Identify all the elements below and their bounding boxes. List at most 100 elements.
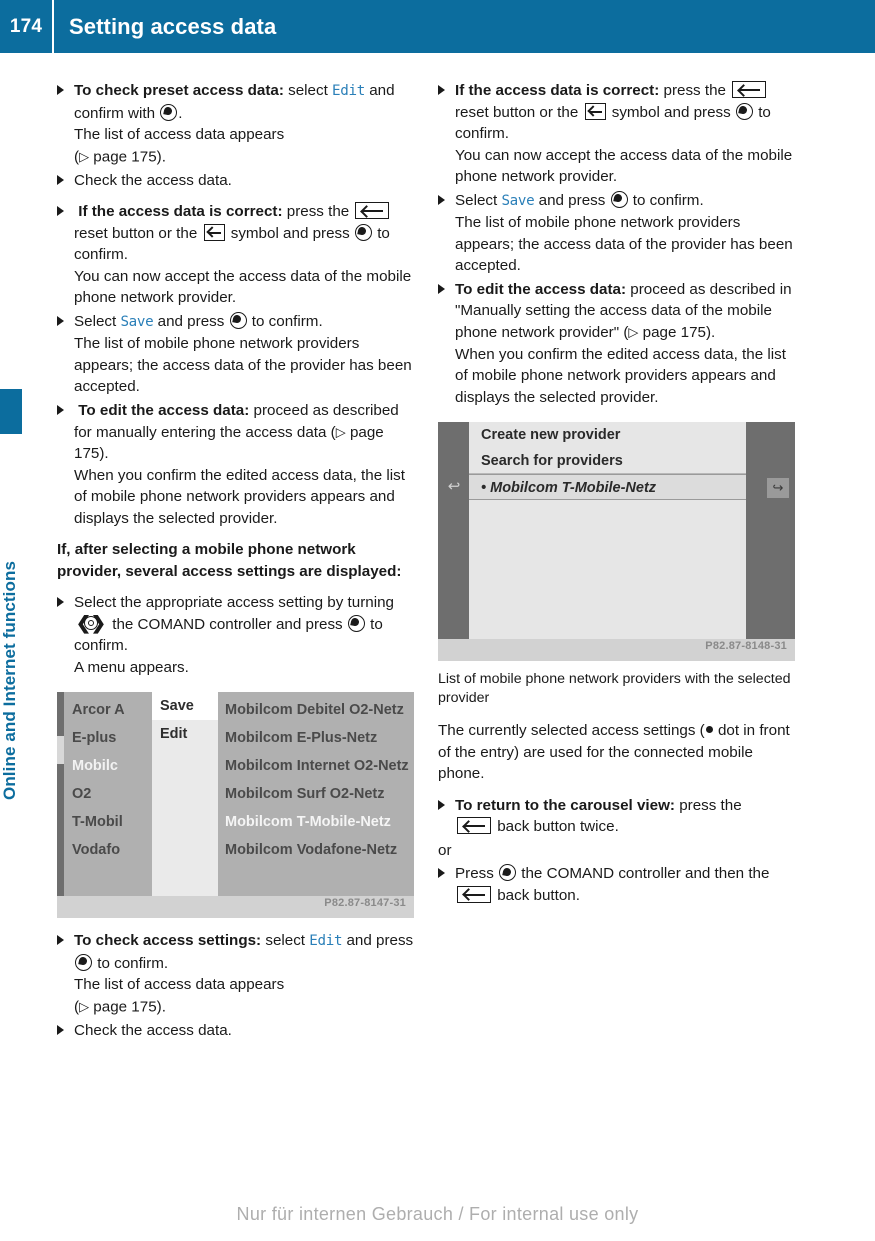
back-symbol-icon: [203, 223, 225, 241]
list-item: Mobilcom T-Mobile-Netz: [225, 814, 391, 830]
page-ref-arrow-icon: ▷: [79, 148, 90, 164]
list-item: Select the appropriate access setting by…: [57, 592, 417, 678]
page-ref-text: page 175: [93, 998, 157, 1015]
step-text: Select the appropriate access setting by…: [74, 594, 394, 611]
list-item: Check the access data.: [57, 1020, 417, 1042]
list-item: Search for providers: [469, 448, 746, 474]
ui-term-edit: Edit: [309, 933, 343, 949]
bullet-triangle-icon: [57, 597, 64, 607]
press-controller-icon: [75, 953, 92, 971]
page-footer-watermark: Nur für internen Gebrauch / For internal…: [236, 1204, 639, 1224]
step-detail: A menu appears.: [74, 658, 189, 676]
back-button-icon: [355, 202, 390, 219]
step-detail: back button twice.: [455, 816, 798, 838]
right-column: If the access data is correct: press the…: [438, 80, 798, 908]
list-item: Mobilcom Surf O2-Netz: [225, 786, 385, 802]
list-item: Select Save and press to confirm. The li…: [57, 311, 417, 398]
list-item: Press the COMAND controller and then the…: [438, 863, 798, 906]
step-text: back button twice.: [493, 818, 619, 835]
step-text: symbol and press: [226, 224, 354, 242]
step-text: Select: [74, 312, 121, 330]
figure1-context-menu: Save Edit: [152, 692, 218, 896]
step-detail: When you confirm the edited access data,…: [74, 466, 405, 527]
bullet-dot-icon: [705, 726, 713, 733]
step-detail: When you confirm the edited access data,…: [455, 345, 786, 406]
page-ref-arrow-icon: ▷: [335, 424, 346, 439]
step-text: Check the access data.: [74, 171, 232, 189]
step-text: the COMAND controller and press: [108, 615, 347, 633]
step-text: and press: [342, 932, 414, 949]
step-detail: The list of mobile phone network provide…: [74, 335, 412, 395]
step-detail: You can now accept the access data of th…: [74, 267, 412, 307]
list-item: O2: [72, 786, 92, 802]
step-text: select: [261, 932, 310, 949]
step-detail: The list of access data appears: [74, 126, 285, 143]
page-ref-text: page 175: [93, 148, 157, 165]
list-item: Create new provider: [481, 427, 621, 443]
page-reference: (▷ page 175).: [74, 998, 166, 1015]
step-text: and press: [153, 312, 229, 330]
bullet-triangle-icon: [438, 85, 445, 95]
menu-item-edit: Edit: [160, 726, 188, 742]
page-number: 174: [9, 15, 43, 37]
step-lead: To check access settings:: [74, 932, 262, 949]
back-arrow-icon: ↩: [447, 478, 461, 495]
list-item: To return to the carousel view: press th…: [438, 795, 798, 838]
page-title: Setting access data: [69, 13, 277, 39]
back-button-icon: [457, 885, 491, 903]
figure1-provider-column: Arcor A E-plus Mobilc O2 T-Mobil Vodafo: [66, 696, 152, 864]
step-lead: If the access data is correct:: [455, 82, 660, 99]
step-lead: To edit the access data:: [455, 280, 627, 298]
list-item: Select Save and press to confirm. The li…: [438, 190, 798, 277]
step-detail: The list of mobile phone network provide…: [455, 214, 793, 274]
chapter-label: Online and Internet functions: [0, 560, 19, 800]
return-arrow-icon: ↪: [767, 478, 789, 498]
bullet-triangle-icon: [57, 85, 64, 95]
step-text: reset button or the: [74, 224, 202, 242]
step-lead: To check preset access data:: [74, 82, 284, 99]
bullet-triangle-icon: [438, 194, 445, 205]
paragraph-text: The currently selected access settings (: [438, 722, 705, 739]
step-text: Press: [455, 865, 499, 882]
ui-term-save: Save: [501, 192, 535, 209]
press-controller-icon: [160, 103, 178, 121]
list-item: Check the access data.: [57, 170, 417, 192]
figure-provider-list: Create new provider Search for providers…: [438, 422, 795, 661]
step-text: press the: [674, 796, 742, 814]
page-ref-arrow-icon: ▷: [79, 998, 90, 1014]
back-button-icon: [457, 817, 491, 834]
press-controller-icon: [735, 102, 753, 120]
press-controller-icon: [354, 223, 372, 241]
bullet-triangle-icon: [438, 283, 445, 294]
step-lead: To edit the access data:: [78, 401, 250, 419]
figure2-watermark: P82.87-8148-31: [705, 639, 787, 652]
list-item-selected: • Mobilcom T-Mobile-Netz: [469, 474, 746, 500]
bullet-triangle-icon: [57, 315, 64, 326]
list-item: If the access data is correct: press the…: [438, 80, 798, 188]
step-text: to confirm.: [93, 954, 169, 972]
ui-term-save: Save: [120, 313, 154, 330]
step-text: and press: [534, 191, 610, 209]
section-heading: If, after selecting a mobile phone netwo…: [57, 541, 402, 580]
page-ref-text: page 175: [642, 324, 706, 341]
bullet-triangle-icon: [57, 404, 64, 415]
figure-carousel-menu: Arcor A E-plus Mobilc O2 T-Mobil Vodafo …: [57, 692, 414, 918]
figure1-watermark: P82.87-8147-31: [324, 896, 406, 909]
menu-item-save: Save: [152, 692, 218, 720]
step-text: press the: [659, 82, 731, 99]
figure2-caption: List of mobile phone network providers w…: [438, 671, 791, 706]
figure2-screen: Create new provider Search for providers…: [438, 422, 795, 639]
step-detail: You can now accept the access data of th…: [455, 146, 793, 186]
press-controller-icon: [610, 190, 628, 208]
step-text: the COMAND controller and then the: [517, 865, 770, 882]
bullet-triangle-icon: [438, 868, 445, 878]
figure1-screen: Arcor A E-plus Mobilc O2 T-Mobil Vodafo …: [57, 692, 414, 896]
or-label: or: [438, 841, 452, 859]
selected-dot-icon: •: [481, 480, 487, 496]
list-item: Vodafo: [72, 842, 121, 858]
step-text: ).: [705, 324, 716, 341]
